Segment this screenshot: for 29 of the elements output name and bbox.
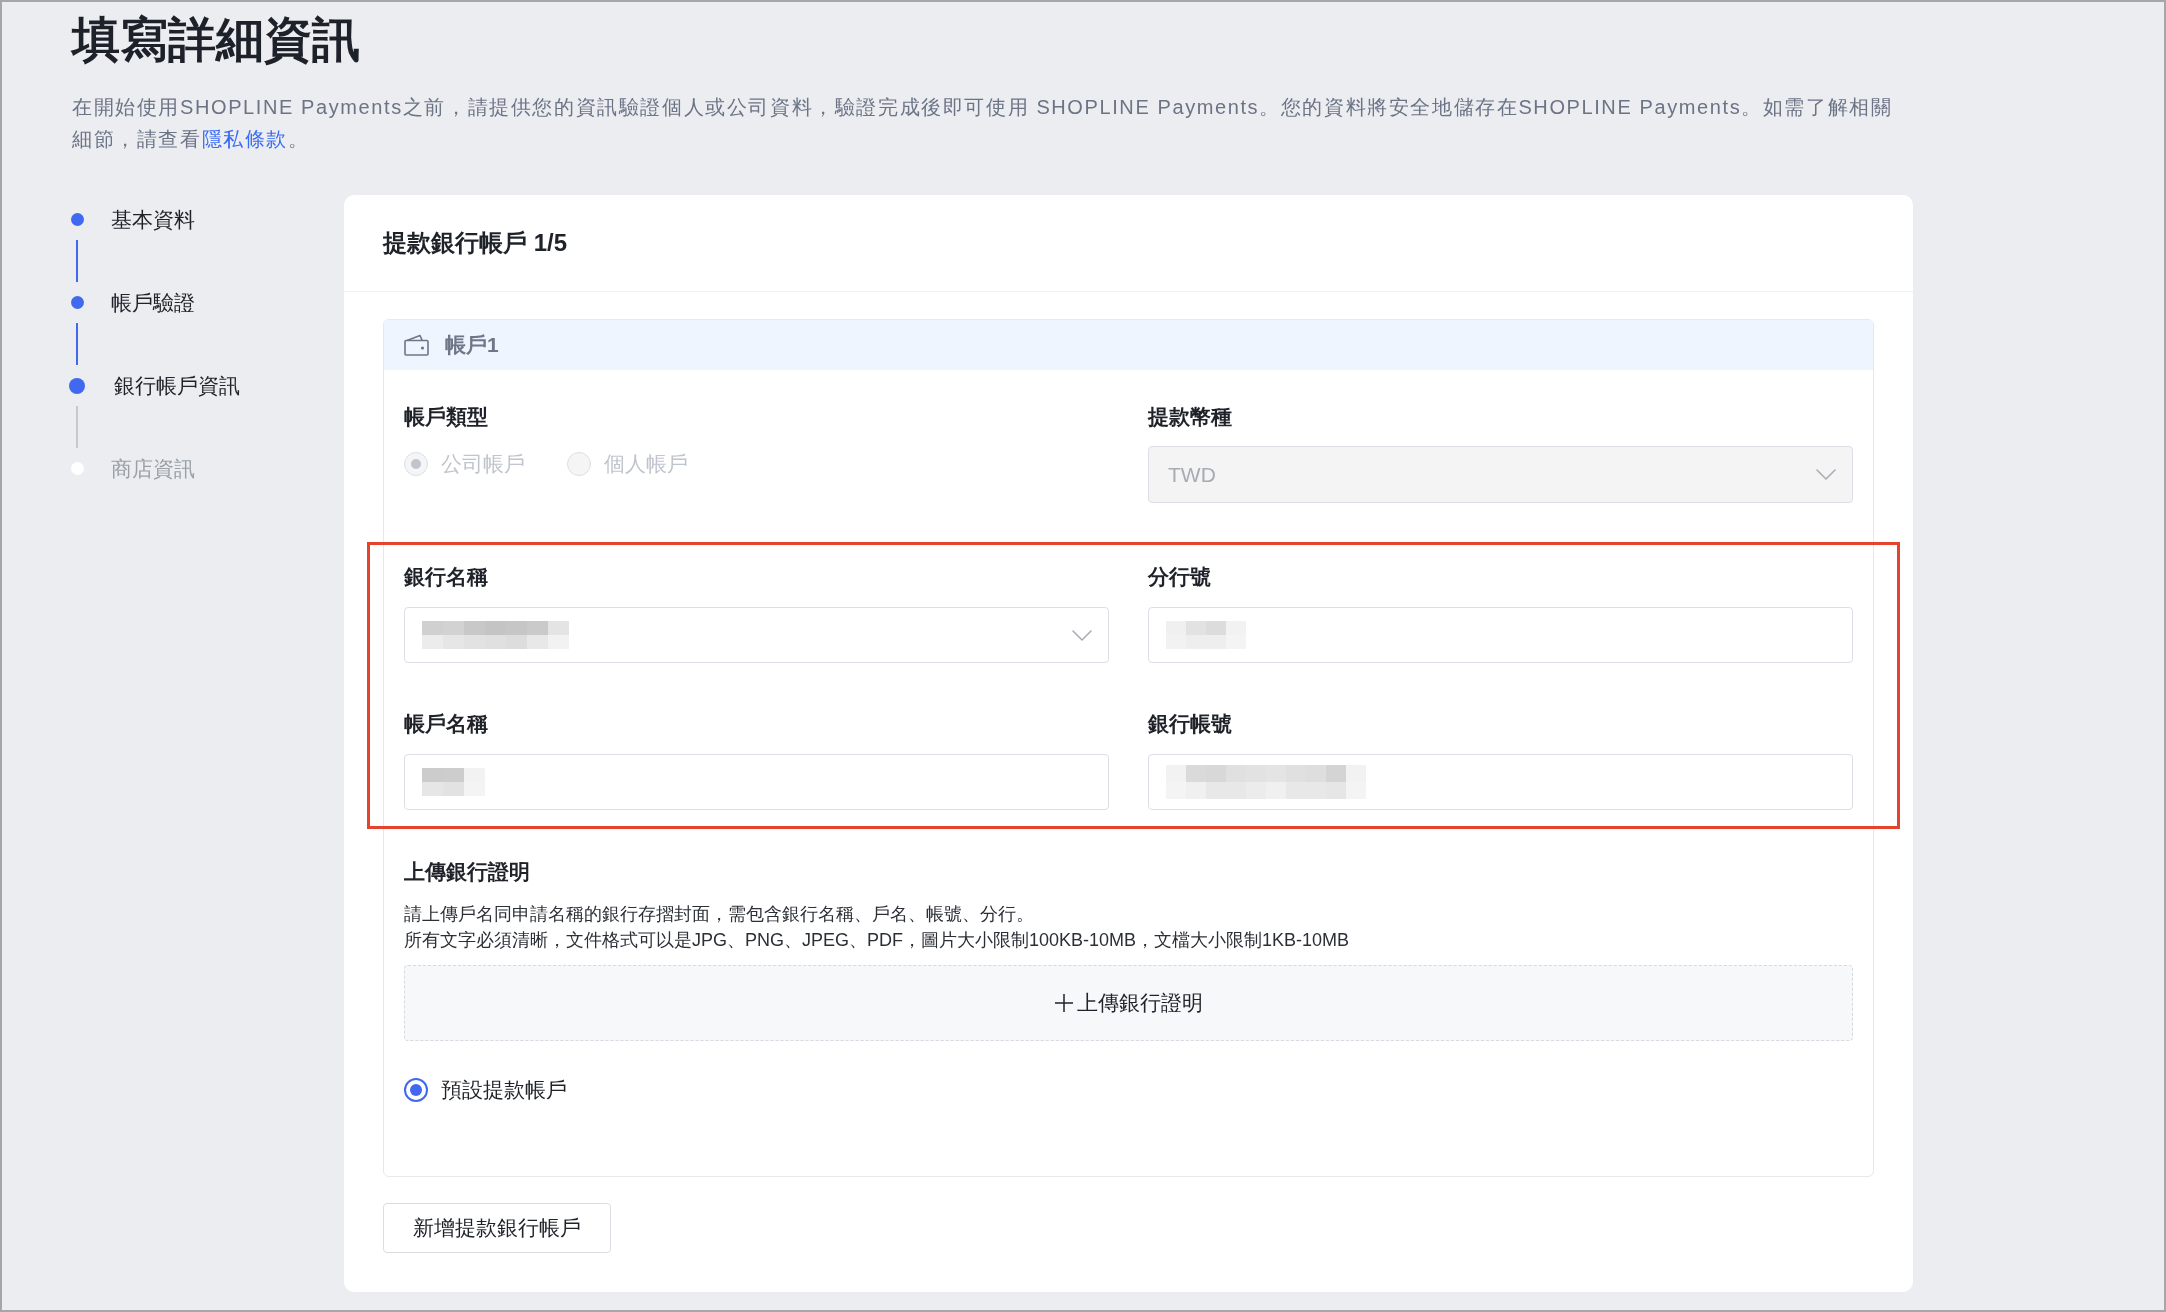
plus-icon: [1054, 994, 1073, 1012]
step-label: 商店資訊: [111, 455, 195, 482]
input-field[interactable]: [1148, 607, 1853, 663]
field-label: 上傳銀行證明: [404, 859, 530, 885]
field-label: 提款幣種: [1148, 404, 1232, 430]
add-account-button[interactable]: 新增提款銀行帳戶: [383, 1203, 611, 1253]
hint-text: 所有文字必須清晰，文件格式可以是JPG、PNG、JPEG、PDF，圖片大小限制100KB-10MB，文檔大小限制1KB-10MB: [404, 929, 1350, 952]
privacy-link[interactable]: 隱私條款: [201, 128, 288, 150]
upload-button[interactable]: 上傳銀行證明: [404, 965, 1853, 1041]
hint-text: 請上傳戶名同申請名稱的銀行存摺封面，需包含銀行名稱、戶名、帳號、分行。: [404, 903, 1034, 926]
page-title: 填寫詳細資訊: [72, 12, 360, 68]
chevron-down-icon: [1072, 629, 1092, 641]
chevron-down-icon: [1816, 469, 1836, 480]
field-label: 帳戶類型: [404, 404, 488, 430]
field-label: 銀行名稱: [404, 564, 488, 590]
bank-select[interactable]: [404, 607, 1109, 663]
input-field[interactable]: [404, 754, 1109, 810]
wallet-icon: [404, 334, 429, 356]
section-title: 提款銀行帳戶 1/5: [383, 228, 568, 258]
step-label: 銀行帳戶資訊: [114, 372, 240, 399]
panel-title: 帳戶1: [445, 332, 499, 358]
field-label: 帳戶名稱: [404, 711, 488, 737]
intro-text: 在開始使用SHOPLINE Payments之前，請提供您的資訊驗證個人或公司資料，驗證完成後即可使用 SHOPLINE Payments。您的資料將安全地儲存在SHOPLINE Payments。如需了解相關細節，請查看隱私條款。: [72, 95, 1894, 152]
field-label: 銀行帳號: [1148, 711, 1232, 737]
input-field[interactable]: [1148, 754, 1853, 810]
field-label: 分行號: [1148, 564, 1211, 590]
step-label: 帳戶驗證: [111, 289, 195, 316]
step-label: 基本資料: [111, 206, 195, 233]
radio-option[interactable]: 預設提款帳戶: [404, 1076, 567, 1104]
